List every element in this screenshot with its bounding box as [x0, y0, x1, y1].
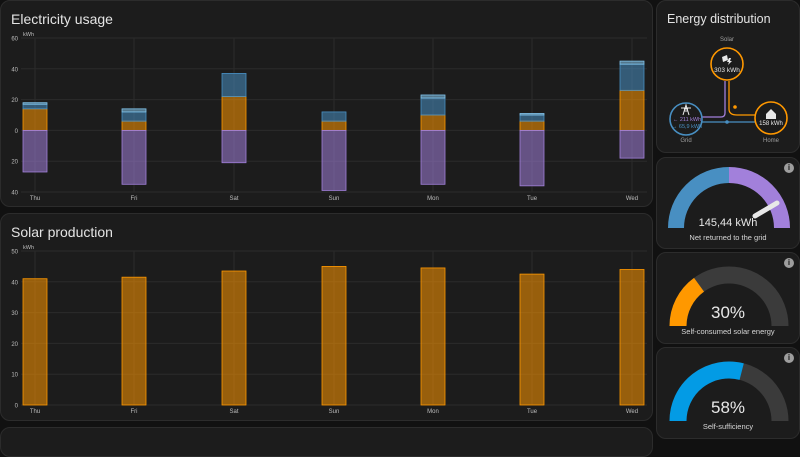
solar-value: 303 kWh	[714, 67, 740, 74]
bar-grid_import[interactable]	[22, 103, 48, 110]
x-tick-label: Mon	[427, 196, 439, 202]
y-tick-label: 0	[15, 129, 19, 135]
gauge-value: 145,44 kWh	[698, 217, 758, 229]
gauge-label: Self-sufficiency	[702, 422, 754, 431]
bar-solar[interactable]	[121, 120, 147, 131]
y-unit-label: kWh	[23, 245, 34, 251]
bar-grid_export[interactable]	[321, 129, 347, 191]
bar-grid_import[interactable]	[121, 111, 147, 122]
bar-solar[interactable]	[221, 96, 247, 131]
bar-battery[interactable]	[22, 102, 48, 105]
bar-grid_import[interactable]	[619, 63, 645, 91]
self-consumed-gauge-card[interactable]: i 30% Self-consumed solar energy	[656, 252, 800, 344]
bar-solar[interactable]	[619, 89, 645, 131]
y-unit-label: kWh	[23, 32, 34, 38]
y-tick-label: 20	[11, 160, 18, 166]
bar-battery[interactable]	[519, 113, 545, 116]
grid-export-value: ← 211 kWh	[672, 117, 702, 123]
bar-solar[interactable]	[121, 276, 147, 406]
bar-solar[interactable]	[321, 266, 347, 406]
y-tick-label: 40	[11, 67, 18, 73]
gauge-label: Self-consumed solar energy	[681, 327, 775, 336]
home-label: Home	[762, 138, 779, 144]
x-tick-label: Mon	[427, 409, 439, 415]
bar-battery[interactable]	[420, 94, 446, 99]
x-tick-label: Sat	[229, 409, 238, 415]
x-tick-label: Tue	[527, 409, 538, 415]
solar-to-grid-line	[699, 81, 726, 118]
solar-node[interactable]	[710, 47, 744, 81]
x-tick-label: Sat	[229, 196, 238, 202]
bar-grid_import[interactable]	[519, 114, 545, 122]
energy-distribution-card: Energy distribution Solar 303 kWh ← 211 …	[656, 0, 800, 153]
gauge-value: 58%	[710, 398, 746, 417]
solar-label: Solar	[719, 37, 734, 43]
next-card	[0, 427, 653, 457]
y-tick-label: 0	[15, 404, 19, 410]
bar-grid_export[interactable]	[22, 129, 48, 173]
bar-solar[interactable]	[22, 108, 48, 131]
net-returned-gauge-card[interactable]: i 145,44 kWh Net returned to the grid	[656, 157, 800, 249]
grid-import-value: → 65,9 kWh	[671, 124, 703, 130]
gauge-label: Net returned to the grid	[689, 233, 767, 242]
y-tick-label: 50	[11, 250, 18, 256]
bar-solar[interactable]	[221, 270, 247, 406]
bar-solar[interactable]	[321, 120, 347, 131]
bar-grid_import[interactable]	[420, 97, 446, 116]
bar-battery[interactable]	[121, 108, 147, 113]
bar-solar[interactable]	[519, 120, 545, 131]
bar-battery[interactable]	[619, 60, 645, 65]
bar-solar[interactable]	[519, 273, 545, 406]
x-tick-label: Fri	[131, 196, 138, 202]
flow-dot	[725, 120, 729, 124]
grid-label: Grid	[680, 138, 692, 144]
y-tick-label: 20	[11, 98, 18, 104]
electricity-usage-chart[interactable]: 60 40 20 0 20 40 kWh Thu Fri Sat Sun Mon Tue Wed	[1, 1, 653, 207]
bar-grid_export[interactable]	[420, 129, 446, 185]
y-tick-label: 60	[11, 37, 18, 43]
x-tick-label: Tue	[527, 196, 538, 202]
x-tick-label: Sun	[329, 409, 340, 415]
x-tick-label: Wed	[626, 409, 638, 415]
electricity-usage-card: Electricity usage 60 40 20 0 20 40 kWh Thu Fri Sa…	[0, 0, 653, 207]
bar-grid_export[interactable]	[121, 129, 147, 185]
bar-solar[interactable]	[420, 267, 446, 406]
x-tick-label: Thu	[30, 196, 40, 202]
x-tick-label: Sun	[329, 196, 340, 202]
solar-production-chart[interactable]: 50 40 30 20 10 0 kWh Thu Fri Sat Sun Mon Tue Wed	[1, 214, 653, 421]
y-tick-label: 10	[11, 373, 18, 379]
self-sufficiency-gauge-card[interactable]: i 58% Self-sufficiency	[656, 347, 800, 439]
solar-to-home-line	[728, 81, 755, 116]
home-value: 158 kWh	[759, 121, 783, 127]
bar-grid_export[interactable]	[221, 129, 247, 164]
bar-solar[interactable]	[619, 269, 645, 406]
bar-grid_export[interactable]	[619, 129, 645, 159]
x-tick-label: Fri	[131, 409, 138, 415]
x-tick-label: Wed	[626, 196, 638, 202]
bar-grid_export[interactable]	[519, 129, 545, 187]
y-tick-label: 40	[11, 191, 18, 197]
bar-grid_import[interactable]	[221, 73, 247, 97]
y-tick-label: 40	[11, 280, 18, 286]
x-tick-label: Thu	[30, 409, 40, 415]
flow-dot	[733, 105, 737, 109]
bar-grid_import[interactable]	[321, 111, 347, 122]
gauge-value: 30%	[710, 303, 746, 322]
y-tick-label: 20	[11, 342, 18, 348]
energy-flow-diagram	[669, 47, 788, 136]
solar-production-card: Solar production 50 40 30 20 10 0 kWh Thu Fri Sat…	[0, 213, 653, 421]
bar-solar[interactable]	[22, 278, 48, 406]
bar-solar[interactable]	[420, 114, 446, 131]
y-tick-label: 30	[11, 311, 18, 317]
